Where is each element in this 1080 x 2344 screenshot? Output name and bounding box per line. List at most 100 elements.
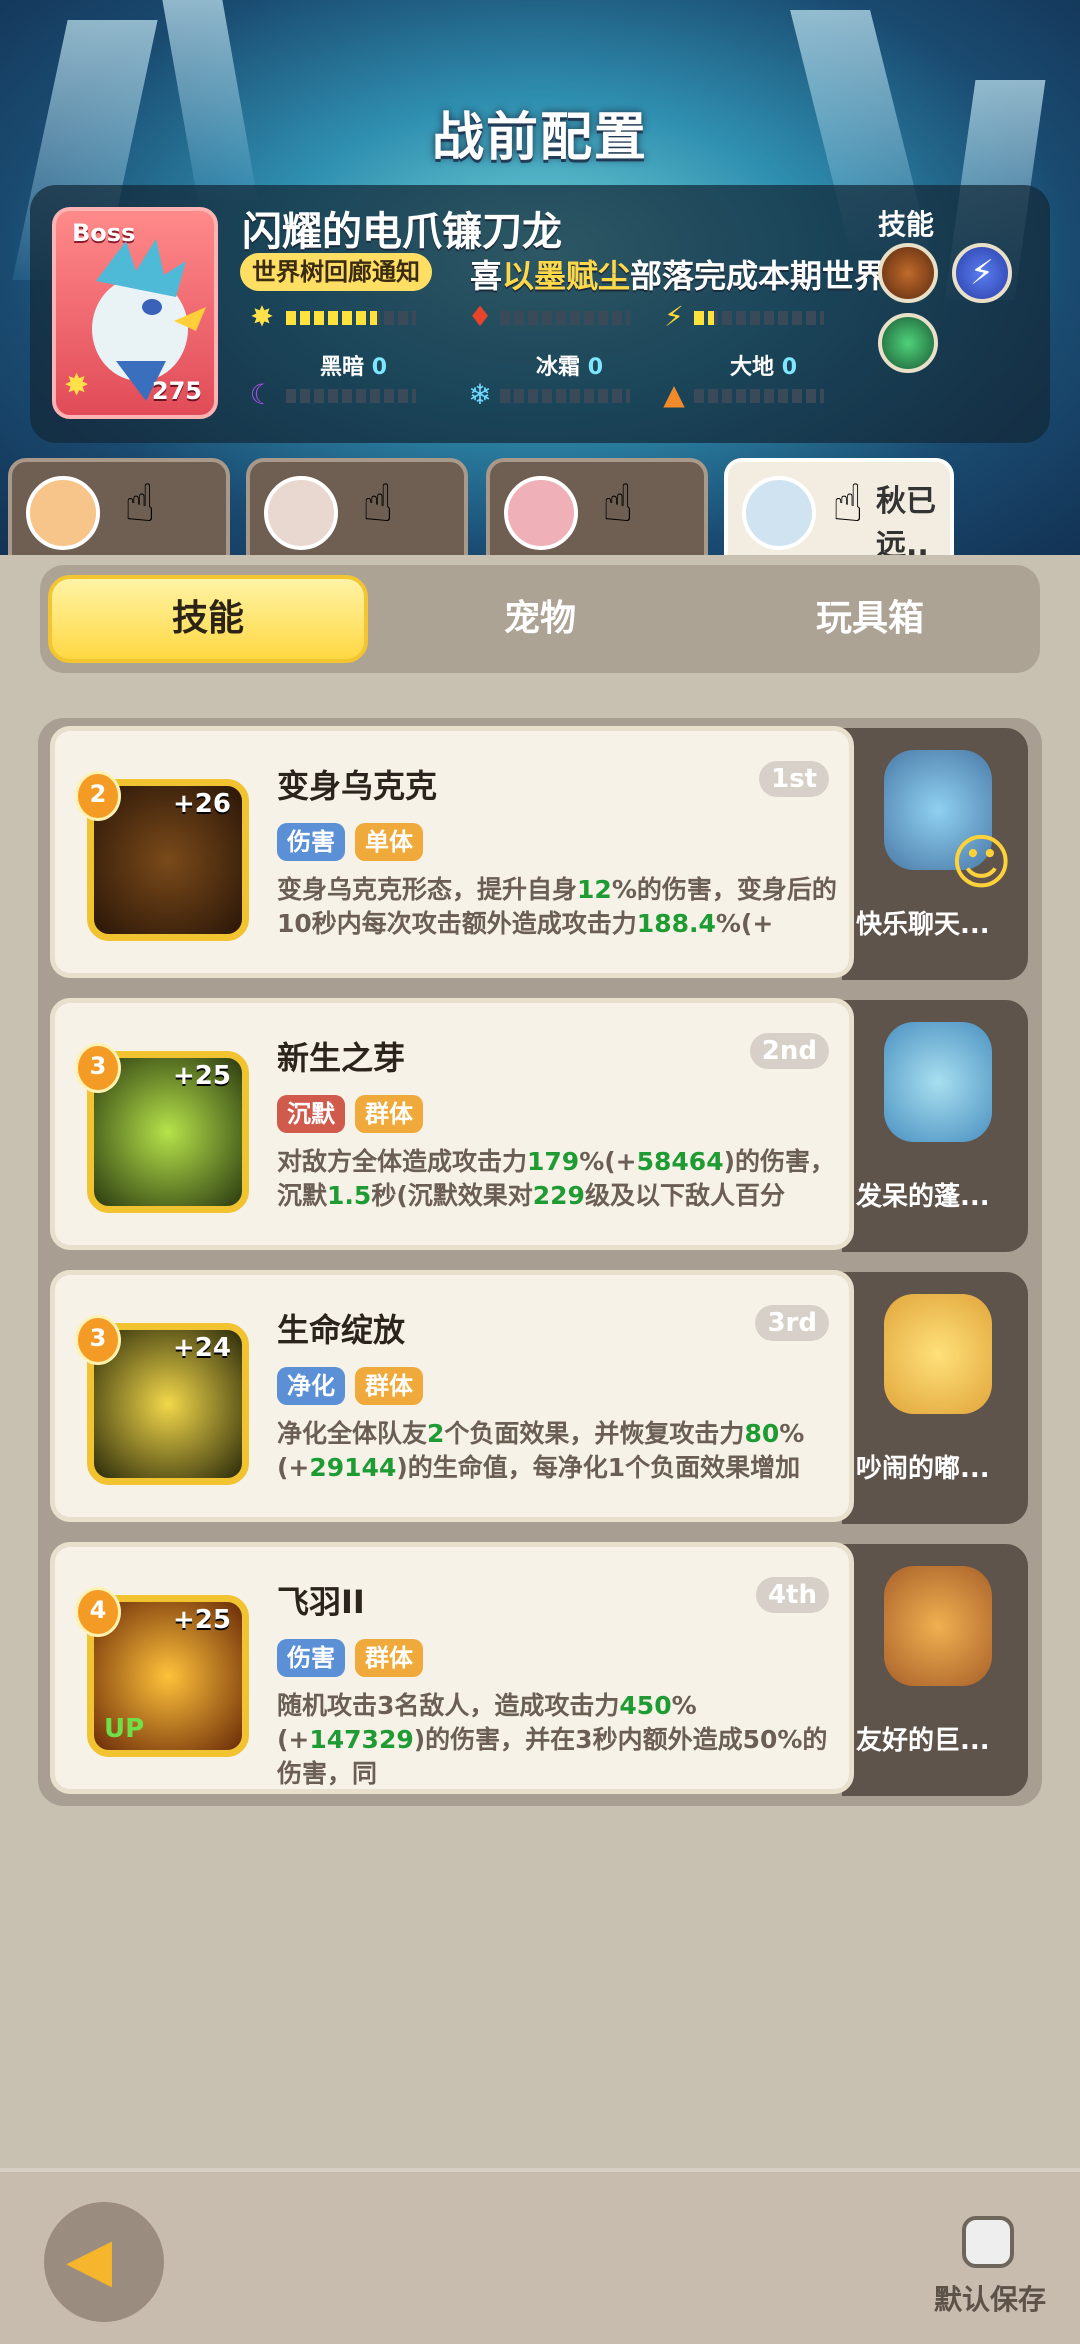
element-name: 冰霜 <box>536 355 581 380</box>
lightning-icon: ⚡ <box>664 300 684 333</box>
boss-skill-wind-icon[interactable] <box>878 313 938 373</box>
pet-name: 快乐聊天... <box>856 910 990 940</box>
desc-text: 1.5 <box>327 1181 372 1210</box>
pet-name: 友好的巨... <box>856 1726 990 1756</box>
skill-description: 对敌方全体造成攻击力179%(+58464)的伤害，沉默1.5秒(沉默效果对22… <box>277 1145 837 1247</box>
desc-text: 29144 <box>309 1453 397 1482</box>
element-fill-lightning <box>694 311 714 325</box>
pet-avatar <box>884 1566 992 1686</box>
moon-icon: ☾ <box>249 378 275 411</box>
sun-icon: ✸ <box>64 368 90 403</box>
boss-portrait[interactable]: Boss ✸ 275 <box>52 207 218 419</box>
element-bar-earth <box>694 389 824 403</box>
boss-skill-lightning-icon[interactable]: ⚡ <box>952 243 1012 303</box>
notice-suffix: 部落完成本期世界 <box>630 257 887 295</box>
desc-text: 12 <box>577 875 612 904</box>
world-notice-badge[interactable]: 世界树回廊通知 <box>240 253 432 291</box>
pet-slot-1[interactable]: ☺ 快乐聊天... <box>842 728 1028 980</box>
desc-text: 净化全体队友 <box>277 1419 428 1448</box>
pet-slot-4[interactable]: 友好的巨... <box>842 1544 1028 1796</box>
skill-name: 新生之芽 <box>277 1039 406 1077</box>
desc-text: 188.4 <box>636 909 716 938</box>
element-name: 大地 <box>730 355 775 380</box>
skill-description: 净化全体队友2个负面效果，并恢复攻击力80%(+29144)的生命值，每净化1个… <box>277 1417 837 1519</box>
skill-level-badge: 3 <box>75 1043 121 1093</box>
desc-text: %(+ <box>579 1147 637 1176</box>
skill-level-badge: 3 <box>75 1315 121 1365</box>
avatar <box>742 476 816 550</box>
lightning-icon: ⚡ <box>970 253 994 293</box>
desc-text: 450 <box>619 1691 672 1720</box>
tap-hand-icon: ☝ <box>832 474 864 534</box>
default-save-checkbox[interactable] <box>962 2216 1014 2268</box>
desc-text: %(+ <box>715 909 774 938</box>
skill-tag: 群体 <box>355 1367 423 1405</box>
boss-level: 275 <box>151 377 202 405</box>
element-bar-ice <box>500 389 630 403</box>
skill-rank: 2nd <box>749 1033 829 1069</box>
party-member-3[interactable]: ☝ <box>486 458 708 563</box>
skill-tag: 群体 <box>355 1095 423 1133</box>
element-label-earth: 大地 0 <box>730 349 797 381</box>
avatar <box>264 476 338 550</box>
upgrade-icon: UP <box>104 1714 145 1744</box>
tap-hand-icon: ☝ <box>124 474 156 534</box>
skill-card-2[interactable]: 3 +25 新生之芽 2nd 沉默 群体 对敌方全体造成攻击力179%(+584… <box>50 998 854 1250</box>
skill-name: 生命绽放 <box>277 1311 406 1349</box>
desc-text: 179 <box>527 1147 580 1176</box>
skill-card-3[interactable]: 3 +24 生命绽放 3rd 净化 群体 净化全体队友2个负面效果，并恢复攻击力… <box>50 1270 854 1522</box>
desc-text: 个负面效果，并恢复攻击力 <box>444 1419 745 1448</box>
back-arrow-icon: ◀ <box>66 2225 113 2295</box>
desc-text: 147329 <box>309 1725 414 1754</box>
pet-avatar <box>884 1022 992 1142</box>
skill-description: 变身乌克克形态，提升自身12%的伤害，变身后的10秒内每次攻击额外造成攻击力18… <box>277 873 837 975</box>
boss-name: 闪耀的电爪镰刀龙 <box>242 209 562 255</box>
party-member-1[interactable]: ☝ <box>8 458 230 563</box>
element-value: 0 <box>587 355 603 380</box>
skill-tag: 净化 <box>277 1367 345 1405</box>
boss-skill-claw-icon[interactable] <box>878 243 938 303</box>
pet-name: 发呆的蓬... <box>856 1182 990 1212</box>
skill-tag: 伤害 <box>277 1639 345 1677</box>
pet-slot-2[interactable]: 发呆的蓬... <box>842 1000 1028 1252</box>
element-label-ice: 冰霜 0 <box>536 349 603 381</box>
skill-level-badge: 4 <box>75 1587 121 1637</box>
notice-prefix: 喜 <box>470 257 503 295</box>
sun-icon: ✸ <box>250 300 274 333</box>
skill-card-4[interactable]: UP 4 +25 飞羽II 4th 伤害 群体 随机攻击3名敌人，造成攻击力45… <box>50 1542 854 1794</box>
avatar <box>26 476 100 550</box>
skill-plus: +25 <box>173 1605 231 1635</box>
tab-pets[interactable]: 宠物 <box>380 575 700 663</box>
skill-rank: 3rd <box>755 1305 829 1341</box>
element-name: 黑暗 <box>320 355 365 380</box>
emoji-bubble-icon[interactable]: ☺ <box>950 828 1013 898</box>
desc-text: 80 <box>744 1419 780 1448</box>
boss-info-panel: Boss ✸ 275 闪耀的电爪镰刀龙 喜以墨赋尘部落完成本期世界 世界树回廊通… <box>30 185 1050 443</box>
page-title: 战前配置 <box>431 108 648 168</box>
party-member-4[interactable]: ☝ 秋已远.. <box>724 458 954 568</box>
skill-card-1[interactable]: 2 +26 变身乌克克 1st 伤害 单体 变身乌克克形态，提升自身12%的伤害… <box>50 726 854 978</box>
tab-bar: 技能 宠物 玩具箱 <box>40 565 1040 673</box>
desc-text: 秒(沉默效果对 <box>371 1181 533 1210</box>
skill-description: 随机攻击3名敌人，造成攻击力450%(+147329)的伤害，并在3秒内额外造成… <box>277 1689 837 1791</box>
avatar <box>504 476 578 550</box>
desc-text: 2 <box>427 1419 445 1448</box>
tab-toybox[interactable]: 玩具箱 <box>710 575 1030 663</box>
back-button[interactable]: ◀ <box>44 2202 164 2322</box>
tap-hand-icon: ☝ <box>602 474 634 534</box>
pet-slot-3[interactable]: 吵闹的嘟... <box>842 1272 1028 1524</box>
skill-plus: +24 <box>173 1333 231 1363</box>
pet-avatar <box>884 1294 992 1414</box>
element-bar-dark <box>286 389 416 403</box>
notice-highlight: 以墨赋尘 <box>502 257 631 295</box>
element-bar-light <box>286 311 416 325</box>
skill-name: 变身乌克克 <box>277 767 438 805</box>
skill-rank: 4th <box>755 1577 829 1613</box>
desc-text: 58464 <box>636 1147 724 1176</box>
world-notice-text: 喜以墨赋尘部落完成本期世界 <box>470 251 886 297</box>
desc-text: 变身乌克克形态，提升自身 <box>277 875 578 904</box>
tab-skills[interactable]: 技能 <box>48 575 368 663</box>
skill-plus: +26 <box>173 789 231 819</box>
party-member-2[interactable]: ☝ <box>246 458 468 563</box>
skill-tag: 单体 <box>355 823 423 861</box>
